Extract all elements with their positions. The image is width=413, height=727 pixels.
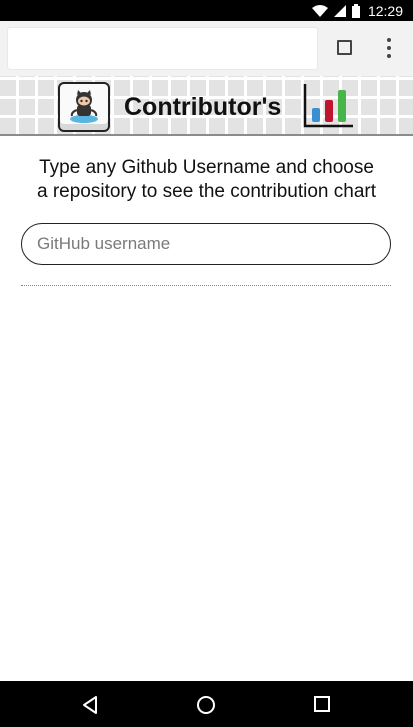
intro-line-2: a repository to see the contribution cha… [36, 181, 377, 202]
intro-text: Type any Github Username and choose a re… [0, 156, 413, 204]
tabs-icon[interactable] [337, 40, 352, 55]
overflow-menu-icon[interactable] [384, 38, 394, 58]
url-bar[interactable] [8, 28, 317, 69]
system-nav-bar [0, 681, 413, 727]
status-time: 12:29 [367, 2, 403, 19]
back-icon[interactable] [81, 695, 99, 715]
site-title: Contributor's [124, 93, 282, 121]
divider [21, 285, 391, 286]
browser-toolbar [0, 21, 413, 76]
bar-chart-icon [303, 84, 353, 128]
battery-icon [351, 3, 360, 18]
recents-icon[interactable] [313, 695, 331, 713]
signal-icon [333, 4, 346, 17]
site-header: Contributor's [0, 76, 413, 136]
github-octocat-icon [58, 82, 110, 132]
intro-line-1: Type any Github Username and choose [39, 157, 374, 178]
wifi-icon [311, 4, 328, 17]
status-bar: 12:29 [0, 0, 413, 21]
home-icon[interactable] [196, 695, 216, 715]
github-username-input[interactable] [21, 223, 391, 265]
